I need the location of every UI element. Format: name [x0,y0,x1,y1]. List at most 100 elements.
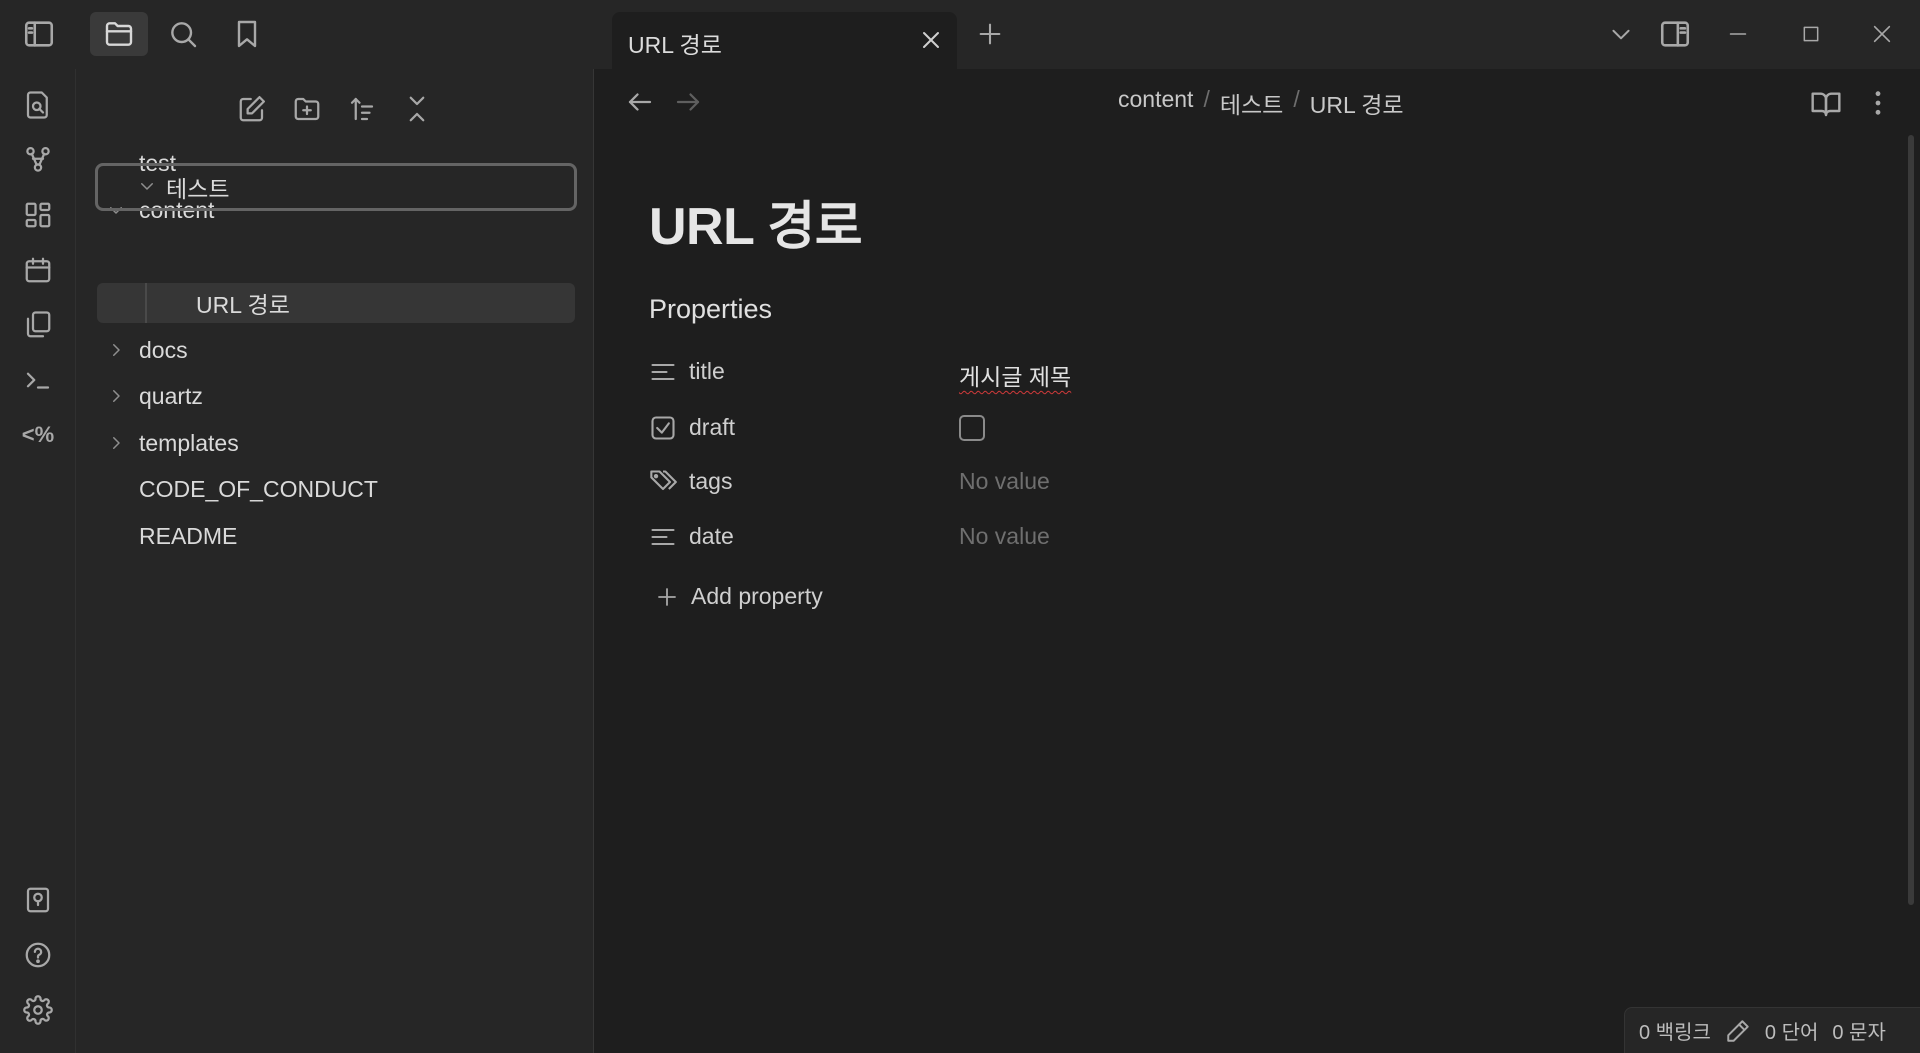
file-label: CODE_OF_CONDUCT [139,475,378,502]
breadcrumb-item[interactable]: URL 경로 [1310,86,1404,120]
new-folder-button[interactable] [287,89,327,129]
breadcrumb-item[interactable]: 테스트 [1220,86,1283,120]
scrollbar[interactable] [1908,135,1914,905]
status-bar: 0 백링크 0 단어 0 문자 [1624,1007,1920,1053]
ribbon: <% [0,69,76,1053]
breadcrumb-item[interactable]: content [1118,86,1193,120]
chevron-down-icon [141,183,153,190]
daily-note-button[interactable] [19,251,57,289]
files-tab-button[interactable] [90,12,148,56]
property-key[interactable]: title [689,358,725,385]
new-folder-icon [294,97,320,121]
folder-icon [105,22,133,46]
folder-templates[interactable]: templates [76,421,594,465]
breadcrumb-separator: / [1203,86,1210,112]
folder-quartz[interactable]: quartz [76,374,594,418]
settings-button[interactable] [19,991,57,1029]
sidebar-toggle-button[interactable] [10,12,68,56]
new-note-button[interactable] [232,89,272,129]
tab-label: URL 경로 [628,32,722,58]
folder-label: templates [139,429,239,456]
split-pane-button[interactable] [1657,16,1693,52]
graph-view-button[interactable] [19,141,57,179]
bookmarks-button[interactable] [218,12,276,56]
sidebar-toggle-icon [24,21,54,47]
minimize-icon [1729,33,1747,35]
quick-switch-icon [26,91,48,119]
terminal-button[interactable] [19,361,57,399]
search-button[interactable] [154,12,212,56]
file-label: URL 경로 [196,292,290,318]
plus-icon [658,587,676,606]
tab-close-icon[interactable] [919,28,943,52]
file-readme[interactable]: README [76,514,594,558]
maximize-icon [1803,26,1819,42]
text-lines-icon[interactable] [649,358,677,386]
collapse-all-button[interactable] [397,89,437,129]
templater-button[interactable]: <% [19,416,57,454]
tab-list-button[interactable] [1603,16,1639,52]
vault-switch-button[interactable] [19,881,57,919]
add-property-button[interactable]: Add property [655,583,823,610]
close-icon [1873,25,1891,43]
folder-label: 테스트 [166,176,230,202]
minimize-button[interactable] [1720,16,1756,52]
property-value[interactable]: 게시글 제목 [959,358,1071,392]
folder-docs[interactable]: docs [76,328,594,372]
property-key[interactable]: tags [689,468,732,495]
property-value[interactable]: No value [959,523,1050,550]
properties-heading[interactable]: Properties [649,294,772,325]
folder-test[interactable]: 테스트 [95,163,577,211]
help-button[interactable] [19,936,57,974]
canvas-button[interactable] [19,196,57,234]
file-url-path[interactable]: URL 경로 [97,283,575,323]
draft-checkbox[interactable] [959,415,985,441]
checkbox-icon[interactable] [649,414,677,442]
add-property-label: Add property [691,583,823,609]
text-lines-icon[interactable] [649,523,677,551]
plus-icon [979,23,1001,45]
edit-mode-icon[interactable] [1725,1018,1751,1044]
file-code-of-conduct[interactable]: CODE_OF_CONDUCT [76,467,594,511]
word-count: 0 단어 [1764,1022,1819,1044]
split-pane-icon [1660,21,1690,47]
char-count: 0 문자 [1832,1022,1886,1044]
new-note-icon [239,96,265,122]
property-draft: draft [649,408,1349,448]
close-window-button[interactable] [1864,16,1900,52]
property-value[interactable]: No value [959,468,1050,495]
property-key[interactable]: draft [689,414,735,441]
help-icon [25,942,51,968]
editor-pane: content / 테스트 / URL 경로 URL 경로 Properties… [595,69,1920,1053]
maximize-button[interactable] [1793,16,1829,52]
breadcrumb-separator: / [1293,86,1300,112]
sort-button[interactable] [342,89,382,129]
note-title[interactable]: URL 경로 [649,184,863,259]
property-date: date No value [649,517,1349,557]
bookmark-icon [237,20,257,48]
templater-icon: <% [21,422,55,447]
terminal-icon [26,372,50,389]
folder-label: docs [139,336,188,363]
breadcrumb: content / 테스트 / URL 경로 [1118,86,1404,120]
search-icon [171,22,197,48]
chevron-down-icon [1612,29,1630,40]
indent-guide [145,283,147,323]
collapse-all-icon [409,96,425,122]
reading-view-icon[interactable] [1810,87,1842,119]
settings-icon [23,995,53,1025]
arrow-right-icon[interactable] [673,87,703,117]
new-tab-button[interactable] [972,16,1008,52]
property-tags: tags No value [649,462,1349,502]
title-bar: URL 경로 [0,0,1920,69]
property-key[interactable]: date [689,523,734,550]
arrow-left-icon[interactable] [625,87,655,117]
chevron-right-icon [113,344,120,356]
chevron-right-icon [113,437,120,449]
note-tab[interactable]: URL 경로 [612,12,957,69]
quick-switch-button[interactable] [19,86,57,124]
backlinks-count[interactable]: 0 백링크 [1639,1016,1711,1045]
more-options-icon[interactable] [1862,87,1894,119]
templates-button[interactable] [19,306,57,344]
tags-icon[interactable] [649,468,677,496]
